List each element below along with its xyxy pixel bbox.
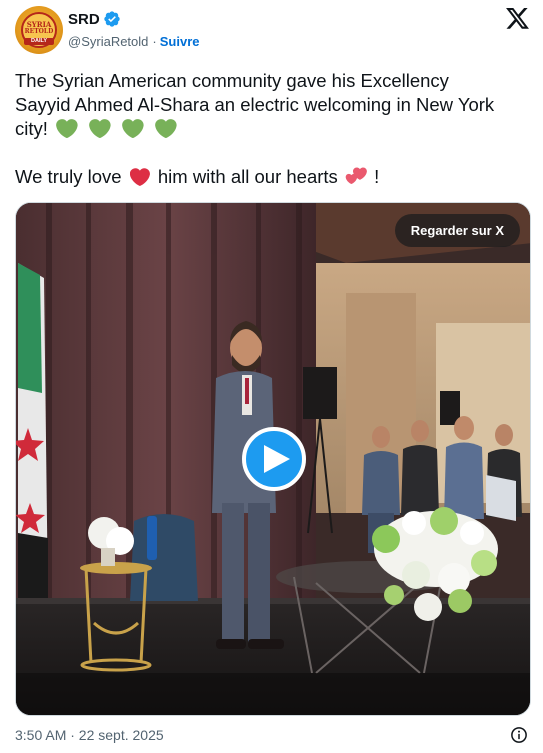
- green-heart-icon: [56, 119, 78, 138]
- tweet-line-4-a: We truly love: [15, 166, 122, 187]
- green-heart-icon: [122, 119, 144, 138]
- video-media[interactable]: Regarder sur X: [15, 202, 531, 716]
- watch-on-x-button[interactable]: Regarder sur X: [394, 214, 520, 247]
- tweet-line-3: city!: [15, 117, 515, 141]
- two-hearts-icon: [345, 167, 367, 184]
- verified-badge-icon: [103, 11, 120, 27]
- author-display-name[interactable]: SRD: [68, 11, 100, 28]
- play-button[interactable]: [242, 427, 306, 491]
- green-heart-icon: [155, 119, 178, 138]
- tweet-timestamp[interactable]: 3:50 AM · 22 sept. 2025: [15, 727, 164, 743]
- avatar[interactable]: SYRIA RETOLD DAILY: [15, 6, 63, 54]
- author-name-row: SRD: [68, 10, 121, 28]
- tweet-line-4-end: !: [374, 166, 380, 187]
- tweet-text: The Syrian American community gave his E…: [15, 69, 515, 189]
- handle-row: @SyriaRetold · Suivre: [68, 34, 200, 49]
- x-logo-icon[interactable]: [506, 8, 529, 29]
- tweet-line-2: Sayyid Ahmed Al-Shara an electric welcom…: [15, 94, 495, 115]
- red-heart-icon: [129, 168, 150, 186]
- play-icon: [263, 445, 290, 473]
- avatar-text-2: RETOLD: [24, 28, 54, 35]
- tweet-line-4: We truly love him with all our hearts !: [15, 165, 515, 189]
- info-icon[interactable]: [510, 726, 528, 744]
- green-heart-icon: [89, 119, 111, 138]
- separator-dot: ·: [152, 34, 157, 49]
- tweet-line-3-text: city!: [15, 118, 48, 139]
- author-handle[interactable]: @SyriaRetold: [68, 34, 148, 49]
- tweet-line-1: The Syrian American community gave his E…: [15, 70, 449, 91]
- tweet-line-4-b: him with all our hearts: [157, 166, 338, 187]
- tweet-card: SYRIA RETOLD DAILY SRD @SyriaRetold · Su…: [0, 0, 543, 753]
- follow-link[interactable]: Suivre: [160, 34, 200, 49]
- avatar-text-3: DAILY: [24, 38, 54, 45]
